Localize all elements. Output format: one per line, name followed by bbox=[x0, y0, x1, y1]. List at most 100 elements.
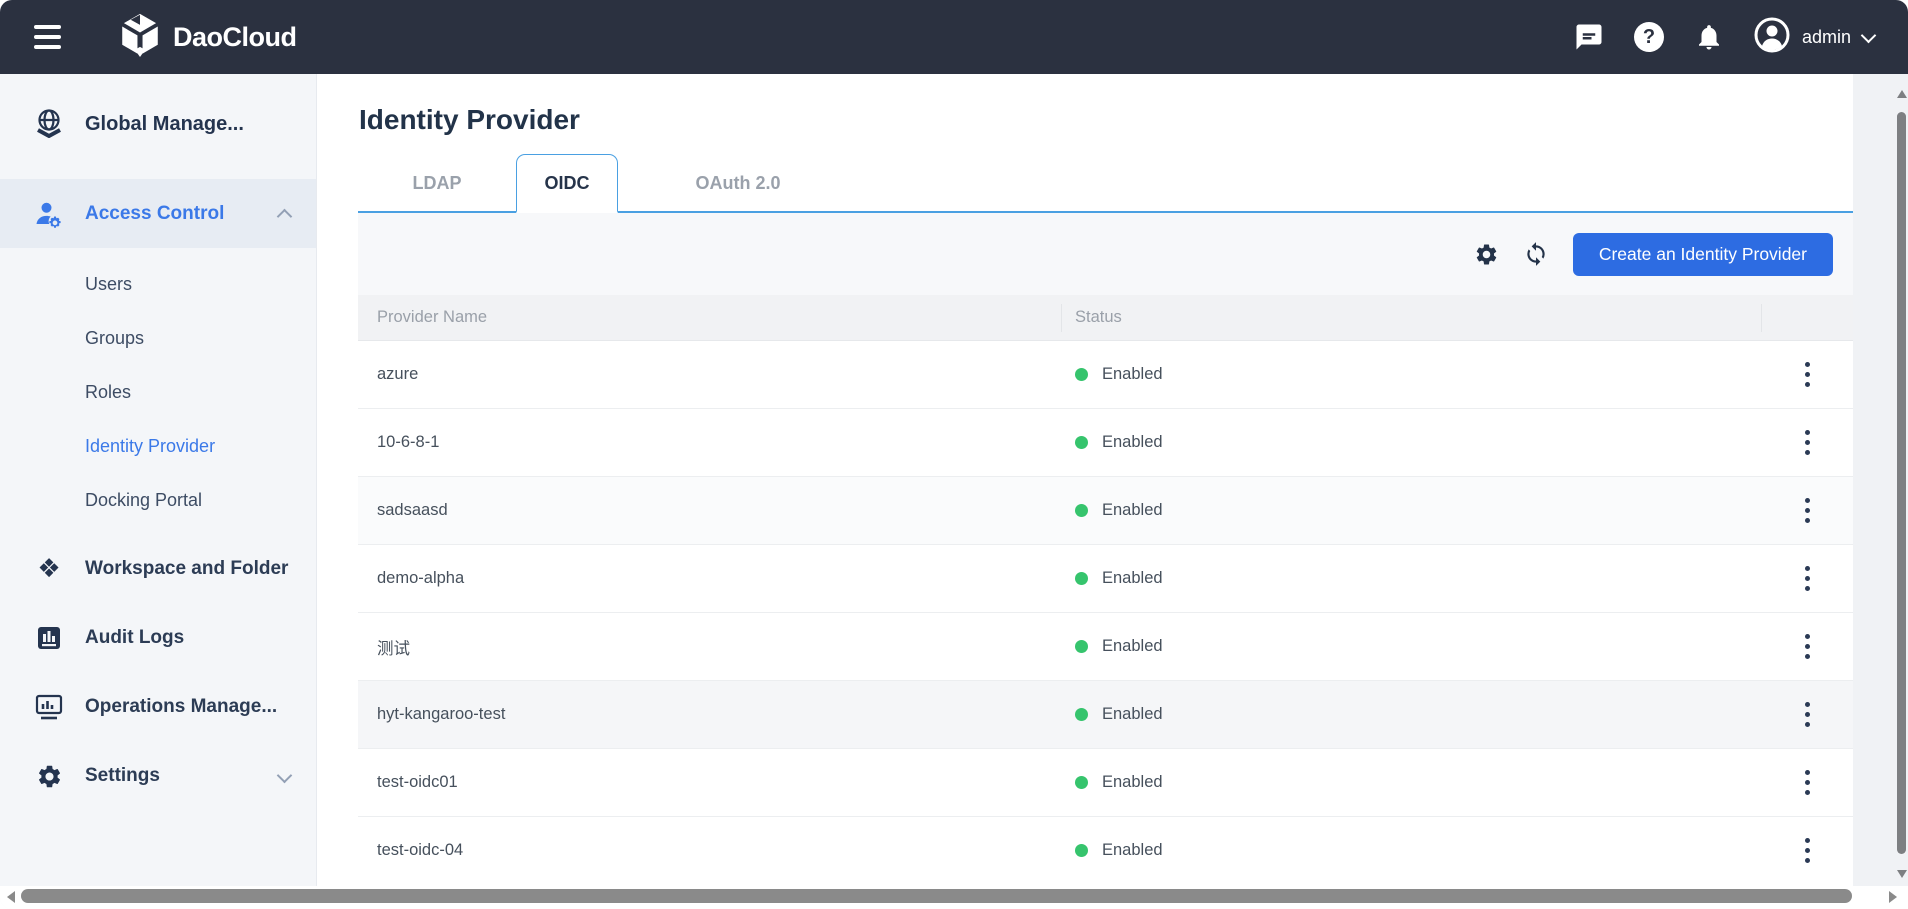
status-cell: Enabled bbox=[1062, 365, 1762, 384]
status-cell: Enabled bbox=[1062, 637, 1762, 656]
status-label: Enabled bbox=[1102, 365, 1163, 384]
sidebar-item-operations-management[interactable]: Operations Manage... bbox=[0, 675, 316, 739]
refresh-icon[interactable] bbox=[1523, 241, 1549, 267]
sidebar-item-access-control[interactable]: Access Control bbox=[0, 179, 316, 248]
help-icon[interactable]: ? bbox=[1634, 22, 1664, 52]
sidebar-item-roles[interactable]: Roles bbox=[0, 365, 316, 419]
provider-name-cell: 10-6-8-1 bbox=[358, 433, 1062, 452]
status-label: Enabled bbox=[1102, 501, 1163, 520]
provider-name-cell: sadsaasd bbox=[358, 501, 1062, 520]
status-cell: Enabled bbox=[1062, 433, 1762, 452]
row-actions-kebab-icon[interactable] bbox=[1799, 628, 1816, 665]
status-dot-icon bbox=[1075, 776, 1088, 789]
scroll-gutter bbox=[1853, 74, 1908, 886]
sidebar-item-workspace-and-folder[interactable]: ❖ Workspace and Folder bbox=[0, 537, 316, 601]
sidebar-item-users[interactable]: Users bbox=[0, 257, 316, 311]
status-label: Enabled bbox=[1102, 705, 1163, 724]
status-cell: Enabled bbox=[1062, 569, 1762, 588]
row-actions-kebab-icon[interactable] bbox=[1799, 764, 1816, 801]
user-menu[interactable]: admin bbox=[1754, 17, 1874, 58]
row-actions-kebab-icon[interactable] bbox=[1799, 424, 1816, 461]
sidebar-item-label: Operations Manage... bbox=[85, 696, 277, 718]
table-row[interactable]: hyt-kangaroo-test Enabled bbox=[358, 681, 1853, 749]
user-name: admin bbox=[1802, 27, 1851, 48]
column-settings-gear-icon[interactable] bbox=[1474, 242, 1499, 267]
sidebar-item-audit-logs[interactable]: Audit Logs bbox=[0, 606, 316, 670]
status-dot-icon bbox=[1075, 504, 1088, 517]
table-row[interactable]: 测试 Enabled bbox=[358, 613, 1853, 681]
sidebar-item-identity-provider[interactable]: Identity Provider bbox=[0, 419, 316, 473]
menu-hamburger-icon[interactable] bbox=[28, 19, 67, 55]
status-dot-icon bbox=[1075, 844, 1088, 857]
status-label: Enabled bbox=[1102, 637, 1163, 656]
sidebar-item-settings[interactable]: Settings bbox=[0, 744, 316, 808]
status-cell: Enabled bbox=[1062, 705, 1762, 724]
status-dot-icon bbox=[1075, 436, 1088, 449]
operations-monitor-icon bbox=[32, 693, 66, 721]
row-actions-kebab-icon[interactable] bbox=[1799, 356, 1816, 393]
brand-logo[interactable]: DaoCloud bbox=[119, 13, 297, 62]
tab-oauth2[interactable]: OAuth 2.0 bbox=[618, 155, 858, 211]
row-actions-kebab-icon[interactable] bbox=[1799, 832, 1816, 869]
table-row[interactable]: test-oidc01 Enabled bbox=[358, 749, 1853, 817]
identity-provider-table: Provider Name Status azure Enabled 10-6-… bbox=[358, 295, 1853, 878]
row-actions-kebab-icon[interactable] bbox=[1799, 696, 1816, 733]
settings-gear-icon bbox=[32, 763, 66, 790]
feedback-chat-icon[interactable] bbox=[1574, 22, 1604, 52]
table-row[interactable]: sadsaasd Enabled bbox=[358, 477, 1853, 545]
sidebar-item-docking-portal[interactable]: Docking Portal bbox=[0, 473, 316, 527]
main-content: Identity Provider LDAP OIDC OAuth 2.0 Cr… bbox=[317, 74, 1908, 909]
sidebar-item-groups[interactable]: Groups bbox=[0, 311, 316, 365]
sidebar-item-label: Workspace and Folder bbox=[85, 558, 288, 580]
scroll-right-arrow-icon[interactable] bbox=[1889, 891, 1897, 903]
status-dot-icon bbox=[1075, 708, 1088, 721]
status-label: Enabled bbox=[1102, 433, 1163, 452]
topbar-actions: ? admin bbox=[1574, 17, 1874, 58]
vertical-scrollbar[interactable] bbox=[1895, 74, 1908, 886]
brand-name: DaoCloud bbox=[173, 22, 297, 53]
table-toolbar: Create an Identity Provider bbox=[358, 213, 1853, 295]
provider-name-cell: test-oidc-04 bbox=[358, 841, 1062, 860]
top-navigation-bar: DaoCloud ? admin bbox=[0, 0, 1908, 74]
scroll-up-arrow-icon[interactable] bbox=[1897, 90, 1907, 98]
provider-name-cell: test-oidc01 bbox=[358, 773, 1062, 792]
sidebar-item-label: Audit Logs bbox=[85, 627, 184, 649]
sidebar-item-label: Identity Provider bbox=[85, 436, 215, 457]
table-row[interactable]: test-oidc-04 Enabled bbox=[358, 817, 1853, 878]
column-header-status: Status bbox=[1062, 304, 1762, 332]
vertical-scrollbar-thumb[interactable] bbox=[1897, 112, 1906, 854]
row-actions-kebab-icon[interactable] bbox=[1799, 492, 1816, 529]
actions-cell bbox=[1762, 832, 1853, 869]
scroll-left-arrow-icon[interactable] bbox=[7, 891, 15, 903]
create-identity-provider-button[interactable]: Create an Identity Provider bbox=[1573, 233, 1833, 276]
tab-bar: LDAP OIDC OAuth 2.0 bbox=[358, 153, 1853, 213]
notifications-bell-icon[interactable] bbox=[1694, 22, 1724, 52]
horizontal-scrollbar[interactable] bbox=[0, 886, 1908, 909]
table-row[interactable]: demo-alpha Enabled bbox=[358, 545, 1853, 613]
actions-cell bbox=[1762, 696, 1853, 733]
table-row[interactable]: 10-6-8-1 Enabled bbox=[358, 409, 1853, 477]
table-header-row: Provider Name Status bbox=[358, 295, 1853, 341]
provider-name-cell: hyt-kangaroo-test bbox=[358, 705, 1062, 724]
sidebar: Global Manage... Access Control Users Gr… bbox=[0, 74, 317, 909]
page-title: Identity Provider bbox=[359, 104, 1908, 136]
status-dot-icon bbox=[1075, 368, 1088, 381]
sidebar-item-global-management[interactable]: Global Manage... bbox=[0, 92, 316, 156]
daocloud-cube-icon bbox=[119, 13, 161, 62]
sidebar-item-label: Docking Portal bbox=[85, 490, 202, 511]
row-actions-kebab-icon[interactable] bbox=[1799, 560, 1816, 597]
sidebar-item-label: Users bbox=[85, 274, 132, 295]
provider-name-cell: 测试 bbox=[358, 635, 1062, 659]
scroll-down-arrow-icon[interactable] bbox=[1897, 870, 1907, 878]
access-control-submenu: Users Groups Roles Identity Provider Doc… bbox=[0, 248, 316, 527]
tab-ldap[interactable]: LDAP bbox=[358, 155, 516, 211]
audit-logs-icon bbox=[32, 624, 66, 652]
avatar-icon bbox=[1754, 17, 1790, 58]
provider-name-cell: azure bbox=[358, 365, 1062, 384]
horizontal-scrollbar-thumb[interactable] bbox=[21, 889, 1852, 903]
chevron-down-icon bbox=[1861, 27, 1877, 43]
oidc-tab-panel: Create an Identity Provider Provider Nam… bbox=[358, 213, 1853, 878]
tab-oidc[interactable]: OIDC bbox=[516, 154, 618, 213]
table-row[interactable]: azure Enabled bbox=[358, 341, 1853, 409]
chevron-down-icon bbox=[277, 768, 293, 784]
